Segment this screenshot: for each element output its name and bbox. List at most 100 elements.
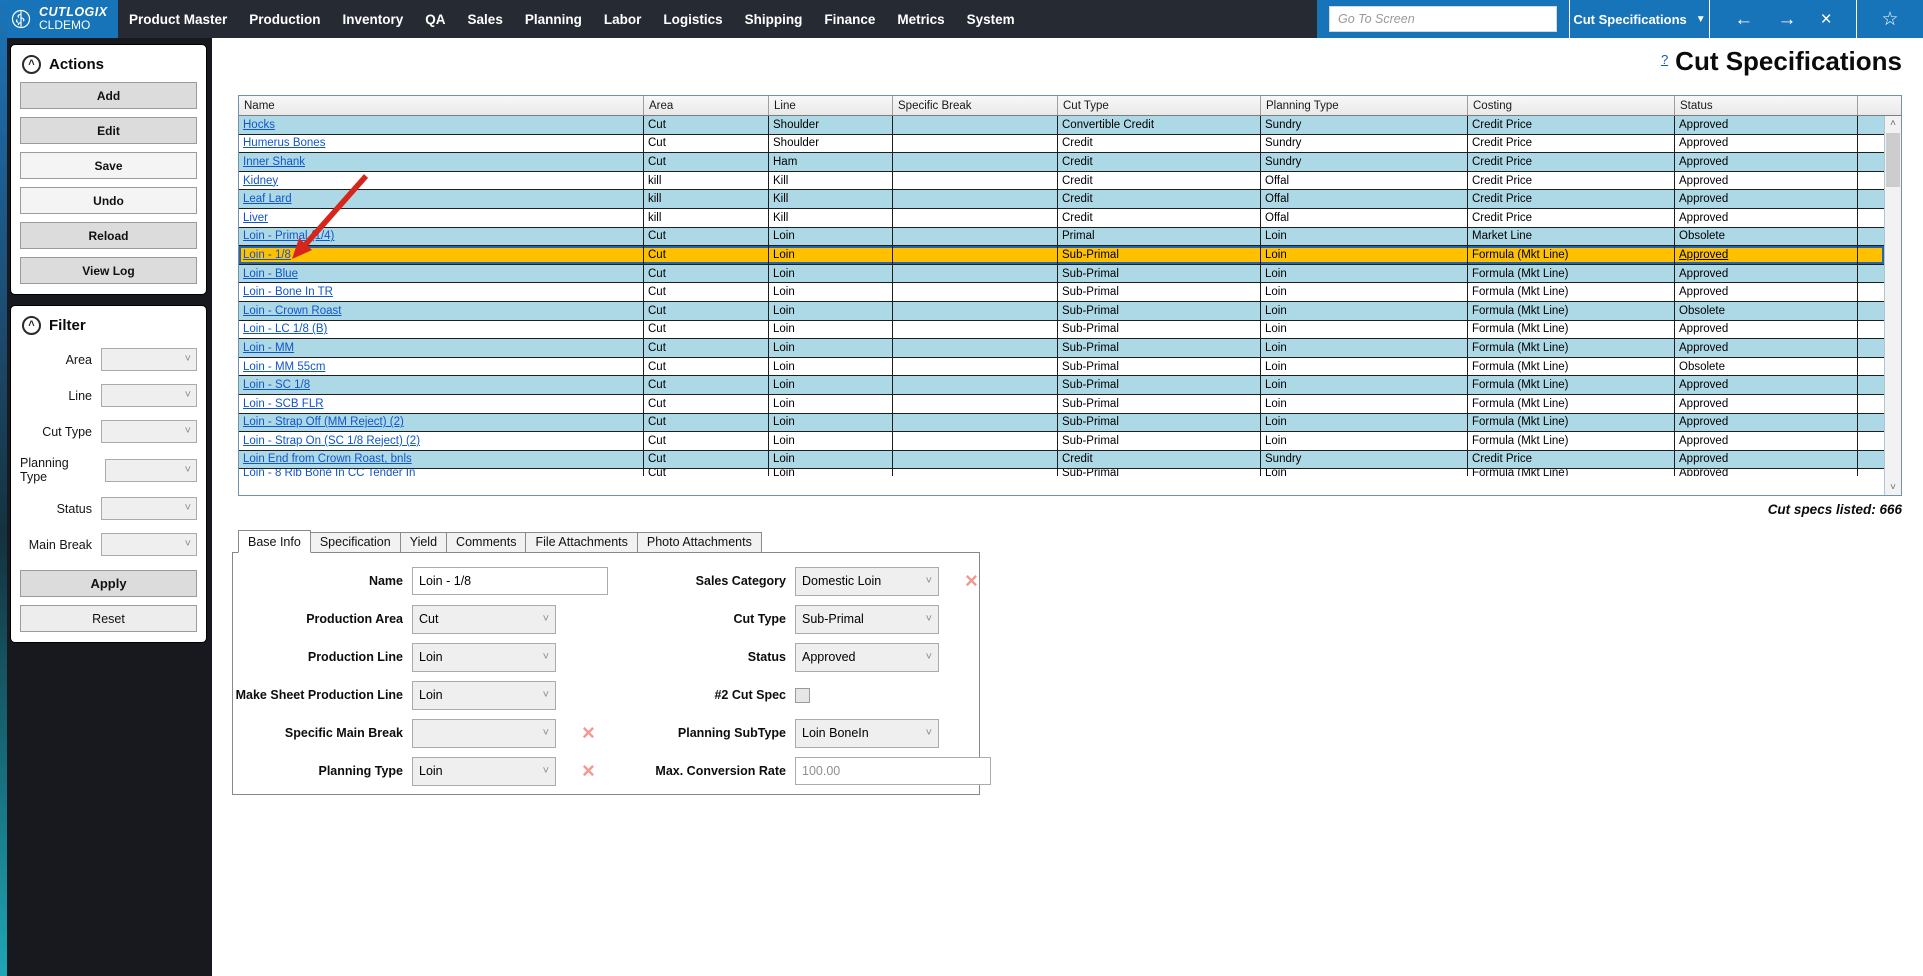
status-select[interactable]: Approved˅ — [795, 643, 939, 672]
column-header-costing[interactable]: Costing — [1468, 96, 1675, 115]
max-conversion-rate-input[interactable] — [795, 757, 991, 785]
cut-spec-link[interactable]: Loin - Strap Off (MM Reject) (2) — [243, 416, 404, 428]
table-row[interactable]: Loin - MMCutLoinSub-PrimalLoinFormula (M… — [239, 339, 1884, 358]
make-sheet-production-line-select[interactable]: Loin˅ — [412, 681, 556, 710]
scrollbar-thumb[interactable] — [1886, 133, 1900, 187]
reload-button[interactable]: Reload — [20, 222, 197, 249]
table-row[interactable]: Loin - Primal (1/4)CutLoinPrimalLoinMark… — [239, 228, 1884, 247]
favorite-star-button[interactable]: ☆ — [1856, 0, 1923, 38]
cut-spec-link[interactable]: Loin - LC 1/8 (B) — [243, 323, 327, 335]
table-row[interactable]: Loin - Strap On (SC 1/8 Reject) (2)CutLo… — [239, 432, 1884, 451]
cut-spec-link[interactable]: Loin - SCB FLR — [243, 398, 324, 410]
clear-field-icon[interactable]: × — [582, 722, 595, 744]
filter-planning-type-select[interactable]: ˅ — [105, 459, 197, 482]
column-header-area[interactable]: Area — [644, 96, 769, 115]
column-header-line[interactable]: Line — [769, 96, 893, 115]
screen-selector-dropdown[interactable]: Cut Specifications ▼ — [1569, 0, 1709, 38]
nav-item-logistics[interactable]: Logistics — [652, 0, 733, 38]
table-row[interactable]: Loin - BlueCutLoinSub-PrimalLoinFormula … — [239, 265, 1884, 284]
cut-spec-link[interactable]: Loin - Bone In TR — [243, 286, 333, 298]
2-cut-spec-checkbox[interactable] — [795, 688, 810, 703]
cut-spec-link[interactable]: Humerus Bones — [243, 137, 325, 149]
planning-type-select[interactable]: Loin˅ — [412, 757, 556, 786]
help-link[interactable]: ? — [1661, 52, 1668, 67]
filter-line-select[interactable]: ˅ — [101, 384, 197, 407]
table-row[interactable]: KidneykillKillCreditOffalCredit PriceApp… — [239, 172, 1884, 191]
table-row[interactable]: Loin - Crown RoastCutLoinSub-PrimalLoinF… — [239, 302, 1884, 321]
column-header-cut-type[interactable]: Cut Type — [1058, 96, 1261, 115]
forward-button[interactable]: → — [1777, 10, 1796, 29]
go-to-screen-input[interactable] — [1329, 6, 1557, 32]
table-row[interactable]: Loin - 8 Rib Bone In CC Tender InCutLoin… — [239, 469, 1884, 476]
collapse-actions-icon[interactable]: ˄ — [22, 55, 41, 74]
cut-spec-link[interactable]: Leaf Lard — [243, 193, 292, 205]
table-row[interactable]: Loin - SCB FLRCutLoinSub-PrimalLoinFormu… — [239, 395, 1884, 414]
grid-vertical-scrollbar[interactable]: ˄ ˅ — [1884, 116, 1901, 495]
table-row[interactable]: Loin - LC 1/8 (B)CutLoinSub-PrimalLoinFo… — [239, 321, 1884, 340]
table-row[interactable]: Loin - Bone In TRCutLoinSub-PrimalLoinFo… — [239, 283, 1884, 302]
filter-area-select[interactable]: ˅ — [101, 348, 197, 371]
table-row[interactable]: LiverkillKillCreditOffalCredit PriceAppr… — [239, 209, 1884, 228]
nav-item-shipping[interactable]: Shipping — [734, 0, 814, 38]
table-row[interactable]: Humerus BonesCutShoulderCreditSundryCred… — [239, 135, 1884, 154]
cut-spec-link[interactable]: Loin - 1/8 — [243, 249, 291, 261]
cut-spec-link[interactable]: Loin - MM 55cm — [243, 361, 325, 373]
scroll-up-icon[interactable]: ˄ — [1885, 116, 1901, 131]
production-area-select[interactable]: Cut˅ — [412, 605, 556, 634]
table-row[interactable]: Loin - SC 1/8CutLoinSub-PrimalLoinFormul… — [239, 376, 1884, 395]
cut-spec-link[interactable]: Loin - 8 Rib Bone In CC Tender In — [243, 469, 415, 476]
table-row[interactable]: HocksCutShoulderConvertible CreditSundry… — [239, 116, 1884, 135]
cut-spec-link[interactable]: Loin - Primal (1/4) — [243, 230, 334, 242]
scroll-down-icon[interactable]: ˅ — [1885, 480, 1901, 495]
clear-field-icon[interactable]: × — [582, 760, 595, 782]
cut-spec-link[interactable]: Hocks — [243, 119, 275, 131]
nav-item-inventory[interactable]: Inventory — [332, 0, 415, 38]
table-row[interactable]: Inner ShankCutHamCreditSundryCredit Pric… — [239, 153, 1884, 172]
tab-comments[interactable]: Comments — [446, 532, 526, 553]
nav-item-qa[interactable]: QA — [414, 0, 456, 38]
nav-item-sales[interactable]: Sales — [457, 0, 514, 38]
undo-button[interactable]: Undo — [20, 187, 197, 214]
planning-subtype-select[interactable]: Loin BoneIn˅ — [795, 719, 939, 748]
table-row[interactable]: Loin - Strap Off (MM Reject) (2)CutLoinS… — [239, 414, 1884, 433]
column-header-planning-type[interactable]: Planning Type — [1261, 96, 1468, 115]
tab-file-attachments[interactable]: File Attachments — [525, 532, 637, 553]
nav-item-planning[interactable]: Planning — [514, 0, 593, 38]
clear-field-icon[interactable]: × — [965, 570, 978, 592]
filter-status-select[interactable]: ˅ — [101, 497, 197, 520]
production-line-select[interactable]: Loin˅ — [412, 643, 556, 672]
table-row[interactable]: Loin - 1/8CutLoinSub-PrimalLoinFormula (… — [239, 246, 1884, 265]
cut-spec-link[interactable]: Kidney — [243, 175, 278, 187]
cut-spec-link[interactable]: Loin - Strap On (SC 1/8 Reject) (2) — [243, 435, 420, 447]
reset-filter-button[interactable]: Reset — [20, 605, 197, 632]
specific-main-break-select[interactable]: ˅ — [412, 719, 556, 748]
table-row[interactable]: Loin - MM 55cmCutLoinSub-PrimalLoinFormu… — [239, 358, 1884, 377]
cut-spec-link[interactable]: Inner Shank — [243, 156, 305, 168]
name-input[interactable] — [412, 567, 608, 595]
nav-item-finance[interactable]: Finance — [813, 0, 886, 38]
close-screen-button[interactable]: × — [1821, 10, 1832, 29]
collapse-filter-icon[interactable]: ˄ — [22, 316, 41, 335]
tab-photo-attachments[interactable]: Photo Attachments — [637, 532, 762, 553]
cut-spec-link[interactable]: Liver — [243, 212, 268, 224]
tab-base-info[interactable]: Base Info — [238, 530, 311, 553]
nav-item-product-master[interactable]: Product Master — [118, 0, 238, 38]
view-log-button[interactable]: View Log — [20, 257, 197, 284]
nav-item-production[interactable]: Production — [238, 0, 331, 38]
filter-cut-type-select[interactable]: ˅ — [101, 420, 197, 443]
apply-filter-button[interactable]: Apply — [20, 570, 197, 597]
save-button[interactable]: Save — [20, 152, 197, 179]
filter-main-break-select[interactable]: ˅ — [101, 533, 197, 556]
cut-spec-link[interactable]: Loin - MM — [243, 342, 294, 354]
nav-item-labor[interactable]: Labor — [593, 0, 653, 38]
cut-spec-link[interactable]: Loin - Blue — [243, 268, 298, 280]
tab-yield[interactable]: Yield — [400, 532, 447, 553]
sales-category-select[interactable]: Domestic Loin˅ — [795, 567, 939, 596]
nav-item-system[interactable]: System — [956, 0, 1026, 38]
cut-type-select[interactable]: Sub-Primal˅ — [795, 605, 939, 634]
cut-spec-link[interactable]: Loin End from Crown Roast, bnls — [243, 453, 412, 465]
table-row[interactable]: Loin End from Crown Roast, bnlsCutLoinCr… — [239, 451, 1884, 470]
nav-item-metrics[interactable]: Metrics — [886, 0, 955, 38]
tab-specification[interactable]: Specification — [310, 532, 401, 553]
cut-spec-link[interactable]: Loin - Crown Roast — [243, 305, 341, 317]
